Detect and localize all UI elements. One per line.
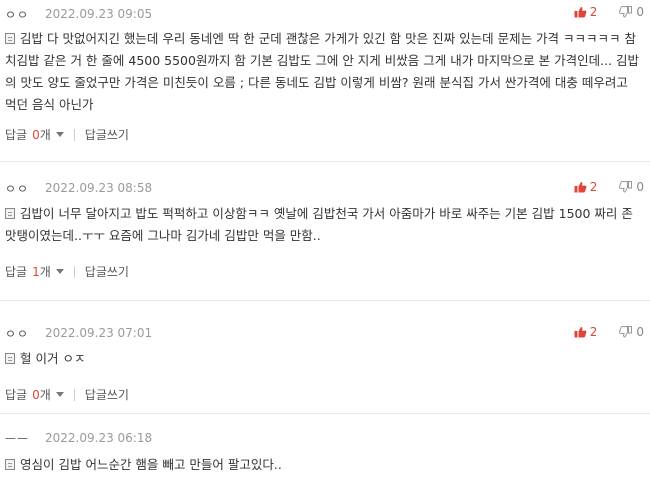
comment-actions: 답글 0개 답글쓰기 — [5, 126, 129, 143]
vote-group: 2 0 — [574, 5, 644, 19]
thumbs-up-icon — [574, 7, 587, 18]
upvote-button[interactable]: 2 — [574, 325, 598, 339]
vote-group: 2 0 — [574, 325, 644, 339]
comment-body: 김밥 다 맛없어지긴 했는데 우리 동네엔 딱 한 군데 괜찮은 가게가 있긴 … — [5, 28, 642, 116]
reply-unit: 개 — [39, 388, 51, 402]
reply-count: 1 — [32, 264, 40, 279]
comment-meta: ㅡㅡ 2022.09.23 06:18 — [5, 430, 152, 446]
upvote-count: 2 — [589, 325, 598, 339]
upvote-button[interactable]: 2 — [574, 5, 598, 19]
reply-unit: 개 — [39, 265, 51, 279]
reply-count: 0 — [32, 127, 40, 142]
comment-date: 2022.09.23 08:58 — [45, 181, 153, 195]
comment-author[interactable]: ㅇㅇ — [5, 325, 33, 342]
comment-text: 김밥 다 맛없어지긴 했는데 우리 동네엔 딱 한 군데 괜찮은 가게가 있긴 … — [5, 31, 640, 112]
comment-date: 2022.09.23 09:05 — [45, 7, 153, 21]
caret-down-icon — [55, 132, 64, 137]
memo-icon — [5, 353, 15, 364]
memo-icon — [5, 208, 15, 219]
thumbs-down-icon — [619, 326, 633, 338]
upvote-button[interactable]: 2 — [574, 180, 598, 194]
write-reply-link[interactable]: 답글쓰기 — [85, 263, 129, 280]
comment-text: 헐 이거 ㅇㅈ — [20, 351, 86, 366]
caret-down-icon — [55, 269, 64, 274]
comment-date: 2022.09.23 06:18 — [45, 431, 153, 445]
divider — [73, 388, 75, 401]
reply-toggle[interactable]: 답글 0개 — [5, 126, 64, 143]
memo-icon — [5, 459, 15, 470]
comment-meta: ㅇㅇ 2022.09.23 08:58 — [5, 180, 152, 196]
reply-label: 답글 — [5, 128, 28, 142]
comment-item: ㅇㅇ 2022.09.23 08:58 2 0 김밥이 너무 달아지고 밥도 퍽… — [0, 162, 650, 301]
comment-meta: ㅇㅇ 2022.09.23 09:05 — [5, 6, 152, 22]
comment-body: 김밥이 너무 달아지고 밥도 퍽퍽하고 이상함ㅋㅋ 옛날에 김밥천국 가서 아줌… — [5, 203, 642, 247]
reply-toggle[interactable]: 답글 0개 — [5, 386, 64, 403]
comment-text: 영심이 김밥 어느순간 햄을 빼고 만들어 팔고있다.. — [20, 457, 282, 472]
comment-text: 김밥이 너무 달아지고 밥도 퍽퍽하고 이상함ㅋㅋ 옛날에 김밥천국 가서 아줌… — [5, 206, 633, 243]
thumbs-down-icon — [619, 6, 633, 18]
comment-date: 2022.09.23 07:01 — [45, 326, 153, 340]
downvote-button[interactable]: 0 — [619, 325, 644, 339]
downvote-count: 0 — [636, 325, 644, 339]
downvote-count: 0 — [636, 180, 644, 194]
comment-actions: 답글 1개 답글쓰기 — [5, 263, 129, 280]
thumbs-down-icon — [619, 181, 633, 193]
comment-item: ㅇㅇ 2022.09.23 07:01 2 0 헐 이거 ㅇㅈ 답글 0개 답글… — [0, 301, 650, 414]
comment-body: 영심이 김밥 어느순간 햄을 빼고 만들어 팔고있다.. — [5, 454, 642, 476]
caret-down-icon — [55, 392, 64, 397]
reply-toggle[interactable]: 답글 1개 — [5, 263, 64, 280]
reply-label: 답글 — [5, 265, 28, 279]
downvote-button[interactable]: 0 — [619, 5, 644, 19]
memo-icon — [5, 33, 15, 44]
reply-count: 0 — [32, 387, 40, 402]
comment-item: ㅇㅇ 2022.09.23 09:05 2 0 김밥 다 맛없어지긴 했는데 우… — [0, 0, 650, 162]
upvote-count: 2 — [589, 5, 598, 19]
comment-body: 헐 이거 ㅇㅈ — [5, 348, 642, 370]
divider — [73, 128, 75, 141]
upvote-count: 2 — [589, 180, 598, 194]
downvote-count: 0 — [636, 5, 644, 19]
comment-author[interactable]: ㅡㅡ — [5, 430, 33, 447]
divider — [73, 265, 75, 278]
reply-unit: 개 — [39, 128, 51, 142]
reply-label: 답글 — [5, 388, 28, 402]
comment-author[interactable]: ㅇㅇ — [5, 6, 33, 23]
comment-author[interactable]: ㅇㅇ — [5, 180, 33, 197]
comment-meta: ㅇㅇ 2022.09.23 07:01 — [5, 325, 152, 341]
thumbs-up-icon — [574, 327, 587, 338]
comment-item: ㅡㅡ 2022.09.23 06:18 영심이 김밥 어느순간 햄을 빼고 만들… — [0, 414, 650, 496]
thumbs-up-icon — [574, 182, 587, 193]
write-reply-link[interactable]: 답글쓰기 — [85, 126, 129, 143]
write-reply-link[interactable]: 답글쓰기 — [85, 386, 129, 403]
downvote-button[interactable]: 0 — [619, 180, 644, 194]
comment-actions: 답글 0개 답글쓰기 — [5, 386, 129, 403]
vote-group: 2 0 — [574, 180, 644, 194]
